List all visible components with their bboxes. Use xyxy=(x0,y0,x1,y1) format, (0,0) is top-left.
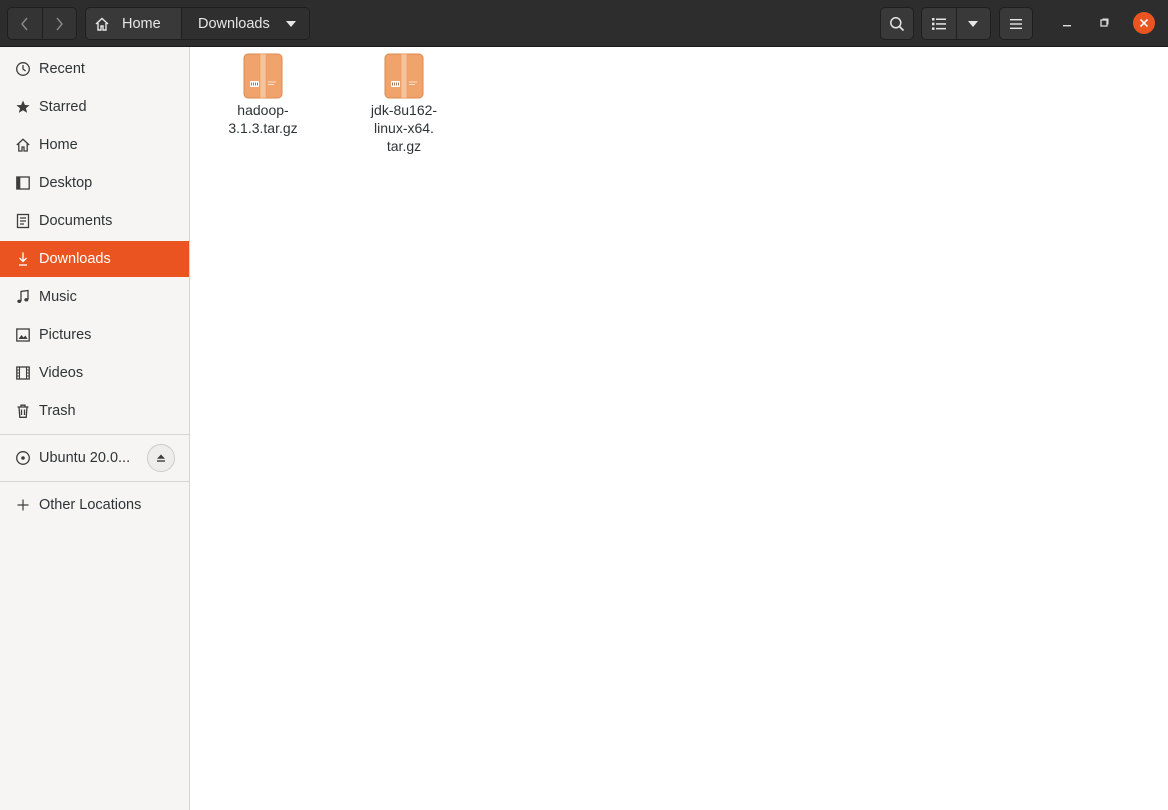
sidebar-item-home[interactable]: Home xyxy=(0,127,189,163)
document-icon xyxy=(14,212,32,230)
disc-icon xyxy=(14,449,32,467)
video-icon xyxy=(14,364,32,382)
file-item-hadoop[interactable]: hadoop- 3.1.3.tar.gz xyxy=(204,53,322,137)
file-name: jdk-8u162- linux-x64. tar.gz xyxy=(370,102,438,154)
header-bar: Home Downloads xyxy=(0,0,1168,47)
sidebar-item-trash[interactable]: Trash xyxy=(0,393,189,429)
file-name: hadoop- 3.1.3.tar.gz xyxy=(228,102,298,136)
sidebar-item-label: Trash xyxy=(39,403,76,419)
sidebar-item-starred[interactable]: Starred xyxy=(0,89,189,125)
menu-icon xyxy=(1010,18,1022,29)
sidebar-item-desktop[interactable]: Desktop xyxy=(0,165,189,201)
path-home-label: Home xyxy=(122,15,161,32)
plus-icon xyxy=(14,496,32,514)
sidebar-item-label: Other Locations xyxy=(39,497,142,513)
forward-icon xyxy=(56,17,64,30)
path-bar: Home Downloads xyxy=(85,7,310,40)
sidebar-item-other-locations[interactable]: Other Locations xyxy=(0,487,189,523)
file-item-jdk[interactable]: jdk-8u162- linux-x64. tar.gz xyxy=(345,53,463,155)
sidebar-separator xyxy=(0,481,189,482)
view-options-button[interactable] xyxy=(955,8,991,39)
desktop-icon xyxy=(14,174,32,192)
eject-icon xyxy=(157,454,165,462)
sidebar-item-label: Documents xyxy=(39,213,113,229)
list-view-icon xyxy=(931,17,946,30)
sidebar-item-documents[interactable]: Documents xyxy=(0,203,189,239)
sidebar-item-recent[interactable]: Recent xyxy=(0,51,189,87)
minimize-button[interactable] xyxy=(1056,12,1078,34)
sidebar-item-label: Pictures xyxy=(39,327,92,343)
path-current-label: Downloads xyxy=(198,15,270,32)
path-downloads-button[interactable]: Downloads xyxy=(181,8,309,39)
home-icon xyxy=(95,17,109,31)
sidebar-item-label: Desktop xyxy=(39,175,93,191)
sidebar-item-label: Downloads xyxy=(39,251,111,267)
back-button[interactable] xyxy=(8,8,42,39)
home-icon xyxy=(14,136,32,154)
list-view-button[interactable] xyxy=(922,8,956,39)
clock-icon xyxy=(14,60,32,78)
maximize-icon xyxy=(1100,18,1109,27)
sidebar-item-label: Music xyxy=(39,289,77,305)
trash-icon xyxy=(14,402,32,420)
navigation-buttons xyxy=(7,7,77,40)
sidebar-separator xyxy=(0,434,189,435)
sidebar-item-label: Ubuntu 20.0... xyxy=(39,450,131,466)
back-icon xyxy=(20,17,28,30)
file-view[interactable]: hadoop- 3.1.3.tar.gz jdk-8u162- linux-x6… xyxy=(190,47,1168,810)
view-buttons xyxy=(921,7,991,40)
maximize-button[interactable] xyxy=(1093,12,1115,34)
search-icon xyxy=(890,16,905,31)
sidebar-item-pictures[interactable]: Pictures xyxy=(0,317,189,353)
path-home-button[interactable]: Home xyxy=(86,8,181,39)
picture-icon xyxy=(14,326,32,344)
menu-button[interactable] xyxy=(999,7,1033,40)
sidebar-item-ubuntu-device[interactable]: Ubuntu 20.0... xyxy=(0,440,189,476)
sidebar-item-downloads[interactable]: Downloads xyxy=(0,241,189,277)
sidebar-item-label: Videos xyxy=(39,365,84,381)
sidebar-item-music[interactable]: Music xyxy=(0,279,189,315)
chevron-down-icon[interactable] xyxy=(285,20,296,27)
archive-icon xyxy=(243,53,283,99)
sidebar-item-label: Home xyxy=(39,137,78,153)
sidebar-item-videos[interactable]: Videos xyxy=(0,355,189,391)
sidebar: Recent Starred Home Desktop Documents Do… xyxy=(0,47,190,810)
sidebar-item-label: Starred xyxy=(39,99,87,115)
forward-button[interactable] xyxy=(41,8,77,39)
sidebar-item-label: Recent xyxy=(39,61,85,77)
close-icon xyxy=(1139,18,1149,28)
search-button[interactable] xyxy=(880,7,914,40)
archive-icon xyxy=(384,53,424,99)
star-icon xyxy=(14,98,32,116)
eject-button[interactable] xyxy=(147,444,175,472)
view-options-icon xyxy=(968,20,979,27)
download-icon xyxy=(14,250,32,268)
music-icon xyxy=(14,288,32,306)
close-button[interactable] xyxy=(1133,12,1155,34)
minimize-icon xyxy=(1063,25,1071,27)
